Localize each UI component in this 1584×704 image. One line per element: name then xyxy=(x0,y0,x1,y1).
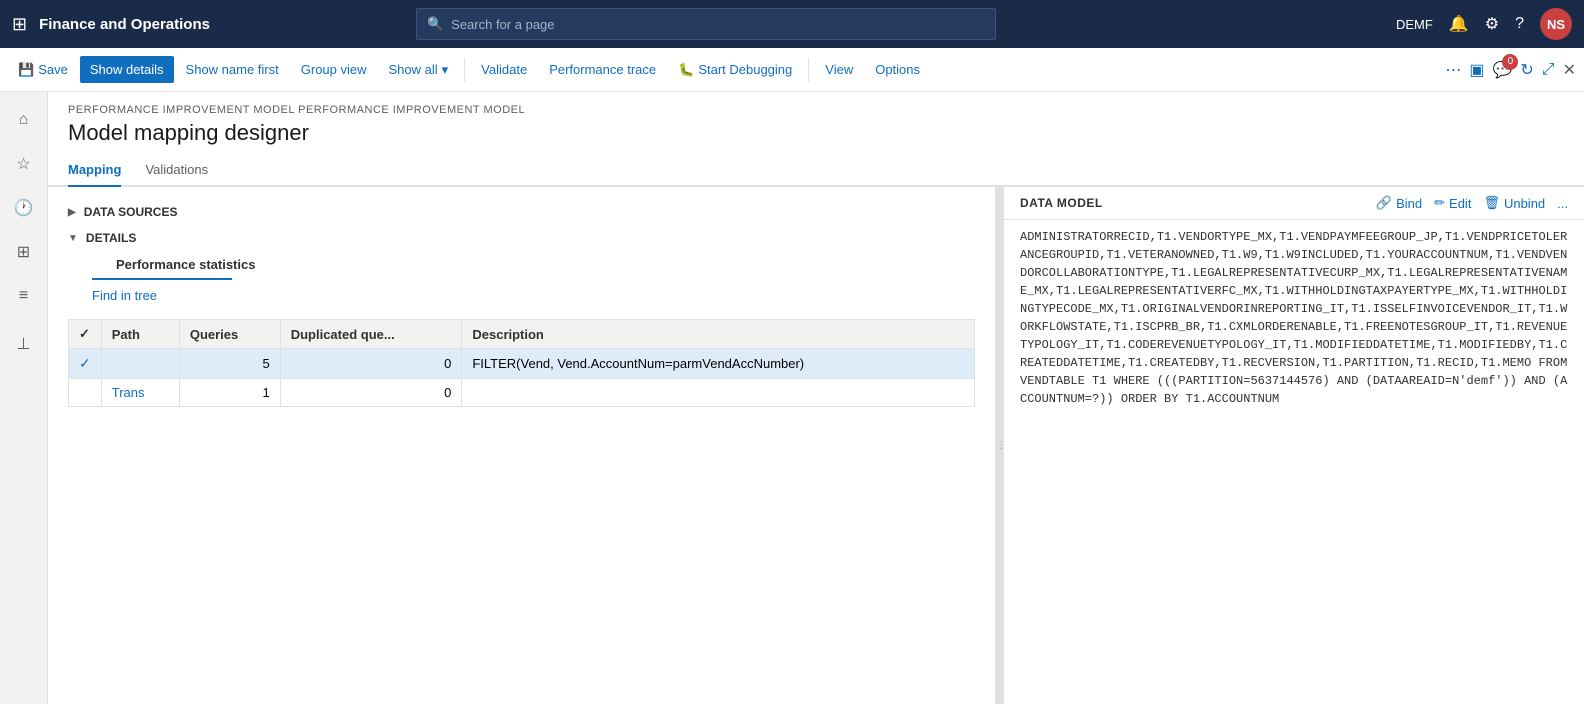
search-bar[interactable]: 🔍 xyxy=(416,8,996,40)
right-panel: DATA MODEL 🔗 Bind ✏ Edit 🗑 Unbind xyxy=(1004,187,1584,704)
right-panel-content: ADMINISTRATORRECID,T1.VENDORTYPE_MX,T1.V… xyxy=(1004,220,1584,704)
start-debugging-button[interactable]: 🐛 Start Debugging xyxy=(668,56,802,84)
separator-2 xyxy=(808,58,809,82)
options-button[interactable]: Options xyxy=(865,56,930,83)
find-in-tree-link[interactable]: Find in tree xyxy=(92,280,157,311)
sidebar-home-icon[interactable]: ⌂ xyxy=(4,100,44,140)
bind-link[interactable]: 🔗 Bind xyxy=(1376,195,1422,211)
save-icon: 💾 xyxy=(18,62,34,78)
top-navigation: ⊞ Finance and Operations 🔍 DEMF 🔔 ⚙ ? NS xyxy=(0,0,1584,48)
tabs: Mapping Validations xyxy=(48,154,1584,187)
tab-mapping[interactable]: Mapping xyxy=(68,154,121,187)
col-check: ✓ xyxy=(69,320,102,349)
save-button[interactable]: 💾 Save xyxy=(8,56,78,84)
sidebar-workspaces-icon[interactable]: ⊞ xyxy=(4,232,44,272)
unbind-link[interactable]: 🗑 Unbind xyxy=(1483,195,1545,211)
row-queries: 1 xyxy=(179,379,280,407)
environment-label: DEMF xyxy=(1396,17,1433,32)
link-icon: 🔗 xyxy=(1376,195,1392,211)
search-icon: 🔍 xyxy=(427,16,443,32)
table-row[interactable]: ✓ 5 0 FILTER(Vend, Vend.AccountNum=parmV… xyxy=(69,349,975,379)
show-name-button[interactable]: Show name first xyxy=(176,56,289,83)
help-icon[interactable]: ? xyxy=(1515,15,1524,33)
separator-1 xyxy=(464,58,465,82)
breadcrumb: PERFORMANCE IMPROVEMENT MODEL PERFORMANC… xyxy=(48,92,1584,116)
debug-icon: 🐛 xyxy=(678,62,694,78)
more-link[interactable]: ... xyxy=(1557,196,1568,211)
main-content: PERFORMANCE IMPROVEMENT MODEL PERFORMANC… xyxy=(48,92,1584,704)
sidebar: ⌂ ☆ 🕐 ⊞ ≡ ⊥ xyxy=(0,92,48,704)
data-sources-section[interactable]: ▶ DATA SOURCES xyxy=(68,199,975,225)
col-description[interactable]: Description xyxy=(462,320,975,349)
expand-icon: ▶ xyxy=(68,207,76,218)
details-section[interactable]: ▼ DETAILS xyxy=(68,225,975,251)
performance-trace-button[interactable]: Performance trace xyxy=(539,56,666,83)
panel-icon[interactable]: ▣ xyxy=(1469,60,1484,80)
notification-badge[interactable]: 💬 0 xyxy=(1492,60,1512,80)
view-button[interactable]: View xyxy=(815,56,863,83)
checkmark-icon: ✓ xyxy=(79,355,91,371)
app-title: Finance and Operations xyxy=(39,16,210,33)
group-view-button[interactable]: Group view xyxy=(291,56,377,83)
table-row[interactable]: Trans 1 0 xyxy=(69,379,975,407)
refresh-icon[interactable]: ↻ xyxy=(1520,60,1533,80)
performance-table: ✓ Path Queries Duplicated que... Descrip… xyxy=(68,319,975,407)
sidebar-recent-icon[interactable]: 🕐 xyxy=(4,188,44,228)
row-duplicated: 0 xyxy=(280,379,462,407)
row-queries: 5 xyxy=(179,349,280,379)
col-path[interactable]: Path xyxy=(101,320,179,349)
settings-icon[interactable]: ⚙ xyxy=(1485,14,1499,34)
row-check: ✓ xyxy=(69,349,102,379)
row-description: FILTER(Vend, Vend.AccountNum=parmVendAcc… xyxy=(462,349,975,379)
details-label: DETAILS xyxy=(86,231,136,245)
show-details-button[interactable]: Show details xyxy=(80,56,174,83)
close-icon[interactable]: ✕ xyxy=(1563,60,1576,80)
validate-button[interactable]: Validate xyxy=(471,56,537,83)
row-path xyxy=(101,349,179,379)
row-duplicated: 0 xyxy=(280,349,462,379)
sidebar-filter-icon[interactable]: ⊥ xyxy=(4,324,44,364)
col-queries[interactable]: Queries xyxy=(179,320,280,349)
page-title: Model mapping designer xyxy=(48,116,1584,154)
bell-icon[interactable]: 🔔 xyxy=(1449,14,1469,34)
search-input[interactable] xyxy=(451,17,985,32)
open-new-icon[interactable]: ⤢ xyxy=(1542,61,1555,79)
right-panel-title: DATA MODEL xyxy=(1020,196,1103,210)
favorites-icon[interactable]: ⋯ xyxy=(1445,60,1461,80)
unbind-icon: 🗑 xyxy=(1483,195,1500,211)
edit-link[interactable]: ✏ Edit xyxy=(1434,195,1471,211)
tab-validations[interactable]: Validations xyxy=(145,154,208,187)
col-duplicated[interactable]: Duplicated que... xyxy=(280,320,462,349)
grid-icon[interactable]: ⊞ xyxy=(12,14,27,35)
performance-statistics-label: Performance statistics xyxy=(92,251,975,278)
left-panel: ▶ DATA SOURCES ▼ DETAILS Performance sta… xyxy=(48,187,998,704)
sidebar-modules-icon[interactable]: ≡ xyxy=(4,276,44,316)
row-description xyxy=(462,379,975,407)
data-sources-label: DATA SOURCES xyxy=(84,205,178,219)
row-path[interactable]: Trans xyxy=(101,379,179,407)
row-check xyxy=(69,379,102,407)
chevron-down-icon: ▾ xyxy=(442,62,449,78)
content-area: ▶ DATA SOURCES ▼ DETAILS Performance sta… xyxy=(48,187,1584,704)
right-panel-header: DATA MODEL 🔗 Bind ✏ Edit 🗑 Unbind xyxy=(1004,187,1584,220)
command-bar: 💾 Save Show details Show name first Grou… xyxy=(0,48,1584,92)
top-nav-right: DEMF 🔔 ⚙ ? NS xyxy=(1396,8,1572,40)
show-all-button[interactable]: Show all ▾ xyxy=(379,56,459,84)
main-layout: ⌂ ☆ 🕐 ⊞ ≡ ⊥ PERFORMANCE IMPROVEMENT MODE… xyxy=(0,92,1584,704)
collapse-icon: ▼ xyxy=(68,233,78,244)
edit-icon: ✏ xyxy=(1434,195,1445,211)
avatar[interactable]: NS xyxy=(1540,8,1572,40)
sidebar-favorites-icon[interactable]: ☆ xyxy=(4,144,44,184)
right-panel-actions: 🔗 Bind ✏ Edit 🗑 Unbind ... xyxy=(1376,195,1568,211)
